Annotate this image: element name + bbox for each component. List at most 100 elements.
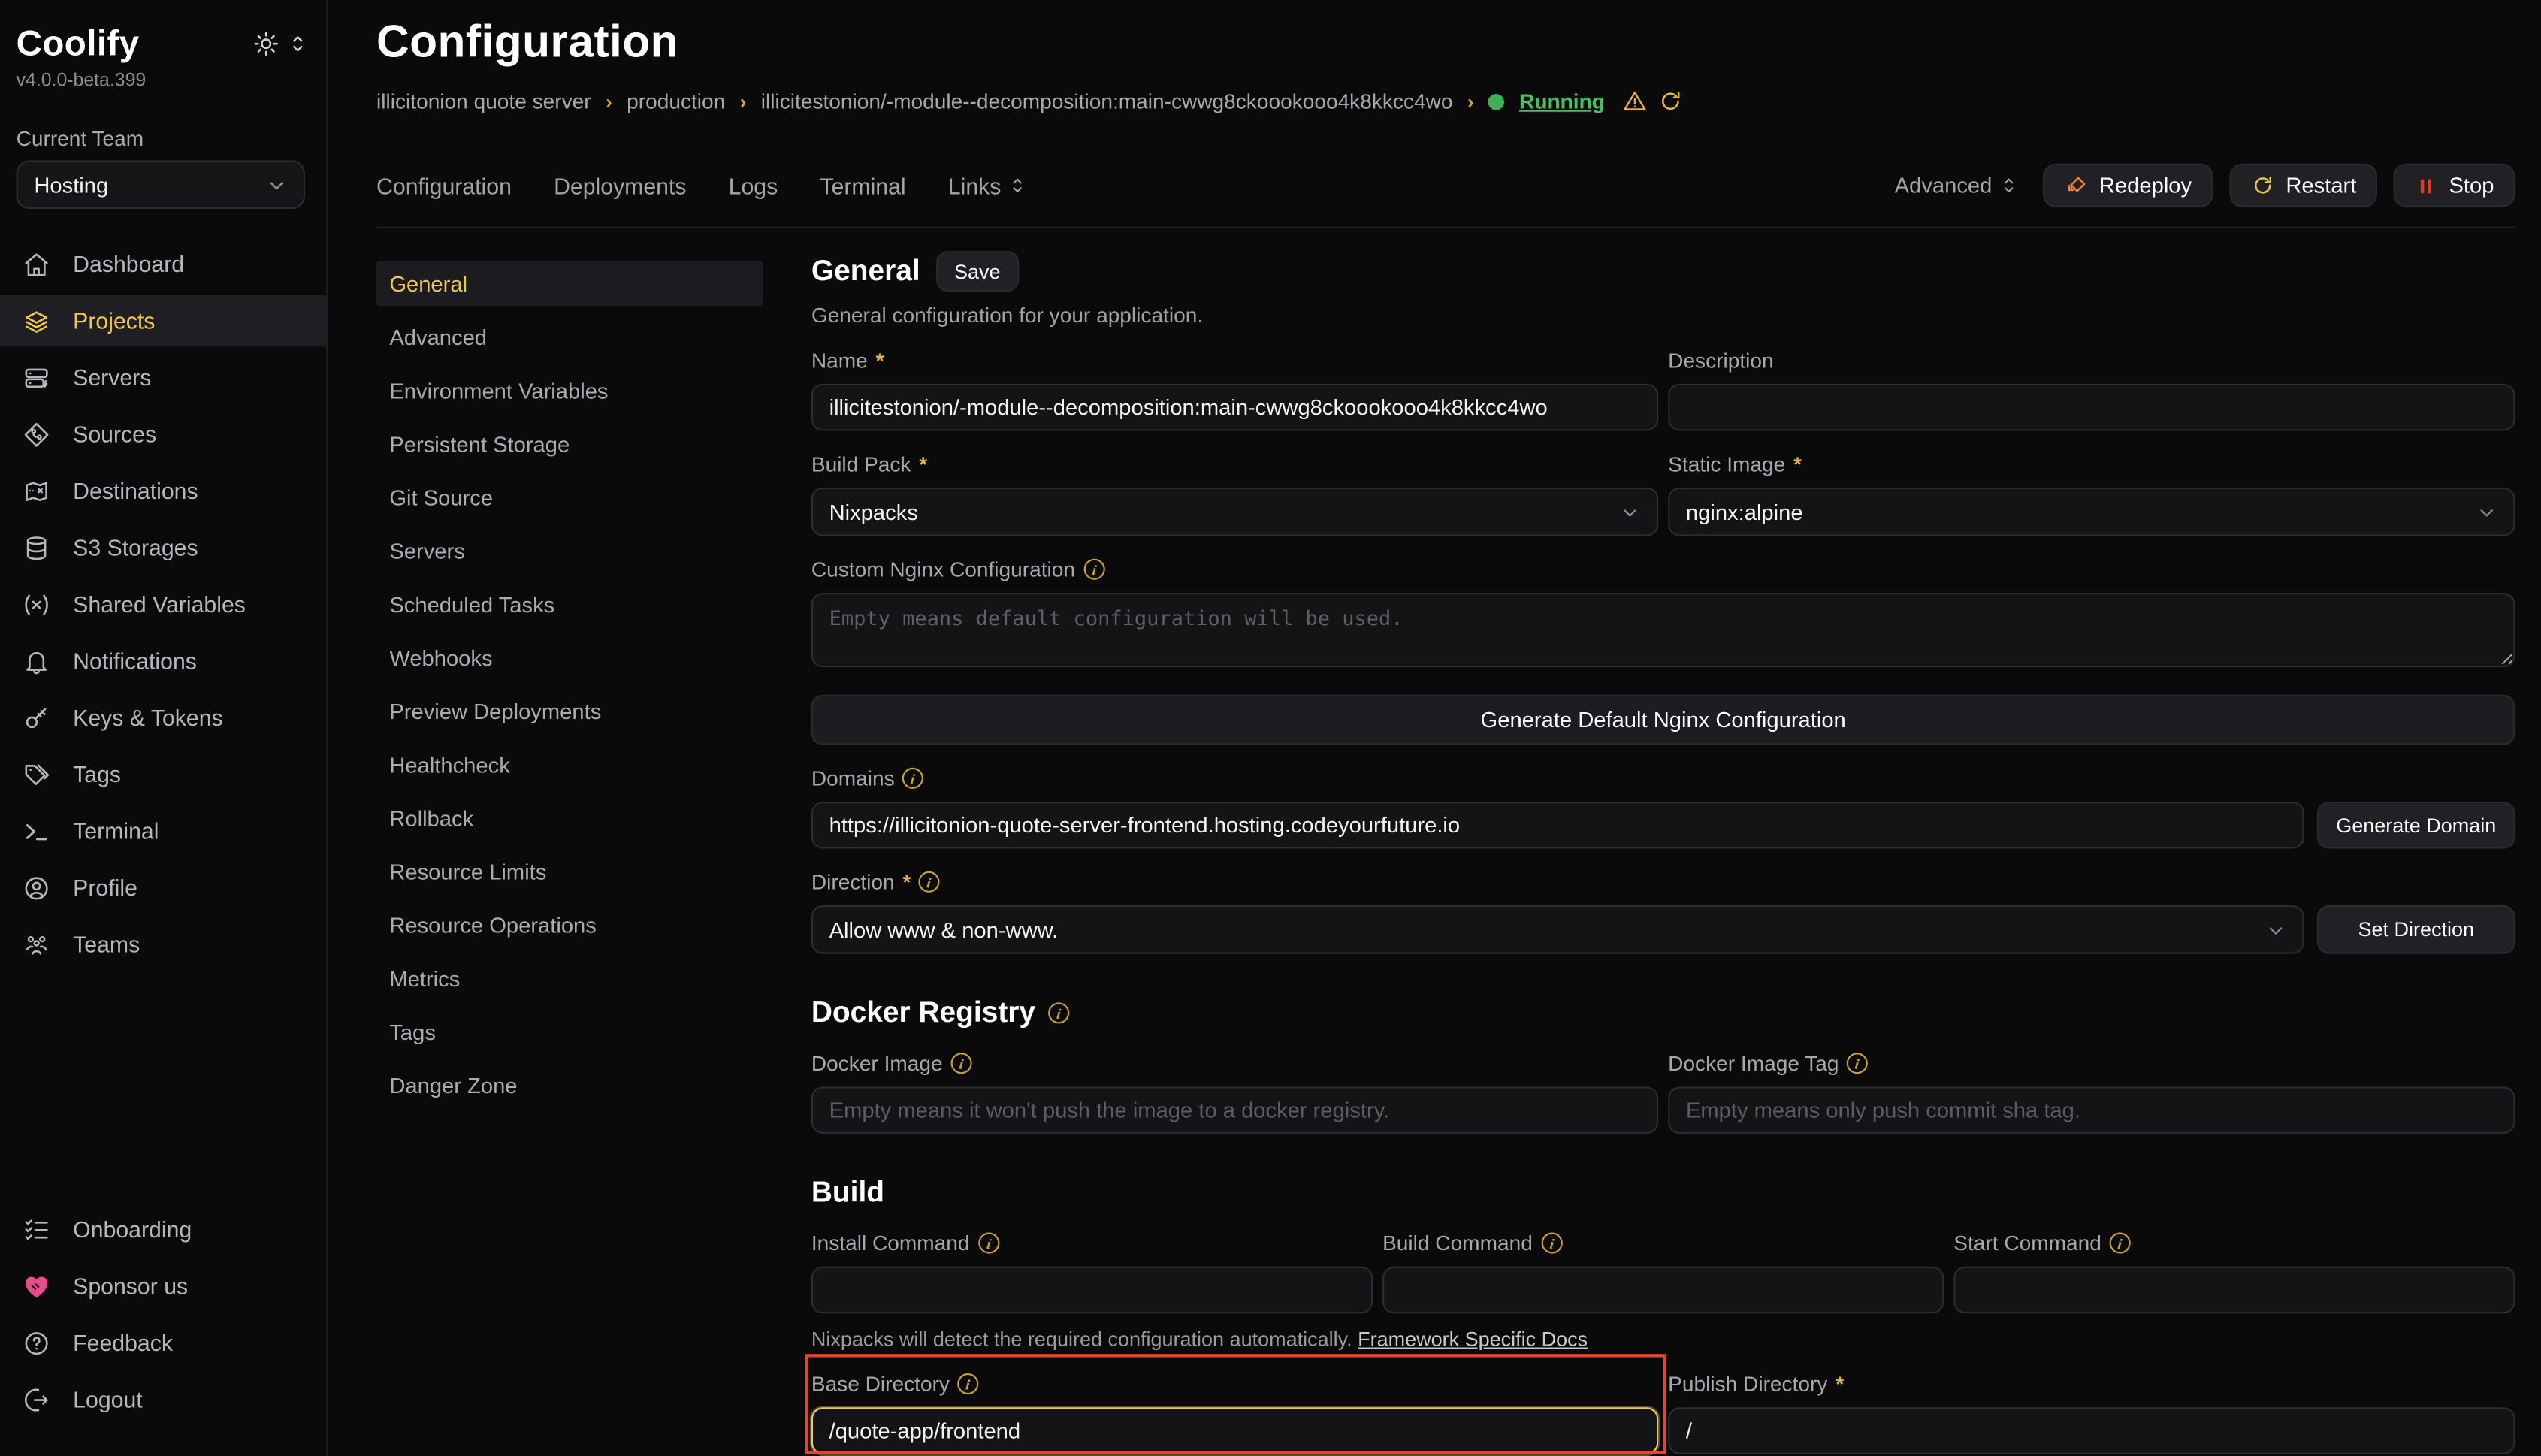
subnav-item-git-source[interactable]: Git Source bbox=[376, 475, 763, 520]
info-icon[interactable]: i bbox=[977, 1231, 1001, 1255]
restart-icon bbox=[2250, 174, 2274, 198]
sidebar-item-label: Destinations bbox=[73, 478, 198, 503]
sidebar-item-tags[interactable]: Tags bbox=[0, 748, 326, 800]
section-title: General bbox=[811, 254, 920, 288]
sidebar-item-destinations[interactable]: Destinations bbox=[0, 465, 326, 517]
sidebar-nav: Dashboard Projects Servers Sources Desti… bbox=[0, 238, 326, 975]
info-icon[interactable]: i bbox=[1845, 1051, 1869, 1075]
info-icon[interactable]: i bbox=[917, 870, 941, 894]
sidebar-item-onboarding[interactable]: Onboarding bbox=[0, 1204, 326, 1255]
subnav-item-scheduled-tasks[interactable]: Scheduled Tasks bbox=[376, 581, 763, 627]
sidebar-item-sources[interactable]: Sources bbox=[0, 408, 326, 460]
subnav-item-rollback[interactable]: Rollback bbox=[376, 795, 763, 840]
sidebar-item-label: Dashboard bbox=[73, 251, 184, 276]
redeploy-button[interactable]: Redeploy bbox=[2042, 164, 2213, 207]
nginx-config-textarea[interactable] bbox=[811, 593, 2515, 667]
tab-terminal[interactable]: Terminal bbox=[820, 173, 905, 198]
subnav-item-tags[interactable]: Tags bbox=[376, 1009, 763, 1054]
sidebar-item-profile[interactable]: Profile bbox=[0, 862, 326, 914]
tab-logs[interactable]: Logs bbox=[729, 173, 778, 198]
subnav-item-general[interactable]: General bbox=[376, 261, 763, 306]
section-subtitle: General configuration for your applicati… bbox=[811, 303, 2515, 327]
tab-deployments[interactable]: Deployments bbox=[554, 173, 686, 198]
logo-row: Coolify bbox=[0, 23, 326, 65]
build-pack-select[interactable]: Nixpacks bbox=[811, 488, 1658, 536]
framework-docs-link[interactable]: Framework Specific Docs bbox=[1358, 1328, 1588, 1351]
subnav-item-resource-limits[interactable]: Resource Limits bbox=[376, 849, 763, 894]
sidebar-item-dashboard[interactable]: Dashboard bbox=[0, 238, 326, 290]
publish-directory-input[interactable] bbox=[1668, 1407, 2515, 1454]
subnav-item-danger-zone[interactable]: Danger Zone bbox=[376, 1062, 763, 1107]
warning-icon[interactable] bbox=[1623, 89, 1647, 113]
static-image-value: nginx:alpine bbox=[1686, 500, 1803, 524]
status-dot bbox=[1488, 93, 1505, 110]
subnav-item-servers[interactable]: Servers bbox=[376, 528, 763, 573]
status-badge[interactable]: Running bbox=[1519, 89, 1605, 113]
build-command-input[interactable] bbox=[1382, 1267, 1944, 1314]
subnav-item-webhooks[interactable]: Webhooks bbox=[376, 635, 763, 680]
subnav-item-environment-variables[interactable]: Environment Variables bbox=[376, 367, 763, 412]
tab-configuration[interactable]: Configuration bbox=[376, 173, 512, 198]
sidebar-item-servers[interactable]: Servers bbox=[0, 352, 326, 403]
theme-sun-icon[interactable] bbox=[253, 31, 279, 56]
description-input[interactable] bbox=[1668, 384, 2515, 431]
tab-links[interactable]: Links bbox=[948, 173, 1026, 198]
checklist-icon bbox=[23, 1216, 50, 1243]
direction-select[interactable]: Allow www & non-www. bbox=[811, 905, 2304, 954]
name-input[interactable] bbox=[811, 384, 1658, 431]
sidebar-item-keys-tokens[interactable]: Keys & Tokens bbox=[0, 691, 326, 743]
sidebar-item-logout[interactable]: Logout bbox=[0, 1373, 326, 1425]
domains-input[interactable] bbox=[811, 802, 2304, 849]
terminal-icon bbox=[23, 817, 50, 845]
sidebar-item-projects[interactable]: Projects bbox=[0, 295, 326, 346]
sidebar-item-feedback[interactable]: Feedback bbox=[0, 1317, 326, 1369]
info-icon[interactable]: i bbox=[902, 766, 926, 790]
refresh-icon[interactable] bbox=[1658, 89, 1682, 113]
start-command-input[interactable] bbox=[1953, 1267, 2515, 1314]
subnav-item-advanced[interactable]: Advanced bbox=[376, 314, 763, 359]
user-icon bbox=[23, 874, 50, 902]
sidebar-item-teams[interactable]: Teams bbox=[0, 918, 326, 970]
subnav-item-preview-deployments[interactable]: Preview Deployments bbox=[376, 688, 763, 733]
docker-image-input[interactable] bbox=[811, 1086, 1658, 1134]
generate-domain-button[interactable]: Generate Domain bbox=[2317, 802, 2515, 849]
advanced-menu-trigger[interactable]: Advanced bbox=[1895, 174, 2017, 198]
team-select[interactable]: Hosting bbox=[17, 160, 305, 209]
help-icon bbox=[23, 1329, 50, 1357]
docker-image-tag-input[interactable] bbox=[1668, 1086, 2515, 1134]
subnav-item-metrics[interactable]: Metrics bbox=[376, 956, 763, 1001]
static-image-select[interactable]: nginx:alpine bbox=[1668, 488, 2515, 536]
theme-updown-icon[interactable] bbox=[289, 32, 307, 55]
subnav-item-resource-operations[interactable]: Resource Operations bbox=[376, 902, 763, 947]
subnav-item-persistent-storage[interactable]: Persistent Storage bbox=[376, 421, 763, 466]
install-command-input[interactable] bbox=[811, 1267, 1373, 1314]
required-asterisk: * bbox=[919, 452, 927, 476]
restart-button[interactable]: Restart bbox=[2229, 164, 2378, 207]
stop-button[interactable]: Stop bbox=[2394, 164, 2515, 207]
info-icon[interactable]: i bbox=[956, 1372, 980, 1396]
sidebar-item-label: Shared Variables bbox=[73, 591, 246, 617]
breadcrumb-environment[interactable]: production bbox=[627, 89, 725, 113]
sidebar-item-sponsor-us[interactable]: Sponsor us bbox=[0, 1260, 326, 1312]
generate-nginx-button[interactable]: Generate Default Nginx Configuration bbox=[811, 695, 2515, 745]
breadcrumb-project[interactable]: illicitonion quote server bbox=[376, 89, 591, 113]
info-icon[interactable]: i bbox=[1047, 1001, 1071, 1026]
subnav-item-healthcheck[interactable]: Healthcheck bbox=[376, 742, 763, 787]
app-logo: Coolify bbox=[17, 23, 140, 65]
sidebar-item-terminal[interactable]: Terminal bbox=[0, 805, 326, 856]
save-button[interactable]: Save bbox=[936, 251, 1018, 292]
base-directory-input[interactable] bbox=[811, 1407, 1658, 1454]
set-direction-button[interactable]: Set Direction bbox=[2317, 905, 2515, 954]
sidebar-item-shared-variables[interactable]: Shared Variables bbox=[0, 578, 326, 630]
pause-icon bbox=[2415, 174, 2437, 197]
info-icon[interactable]: i bbox=[1082, 557, 1106, 581]
info-icon[interactable]: i bbox=[2108, 1231, 2132, 1255]
install-command-label: Install Command bbox=[811, 1231, 970, 1255]
breadcrumb-application[interactable]: illicitestonion/-module--decomposition:m… bbox=[761, 89, 1453, 113]
sidebar-item-s3-storages[interactable]: S3 Storages bbox=[0, 521, 326, 573]
sidebar-item-notifications[interactable]: Notifications bbox=[0, 635, 326, 687]
tag-icon bbox=[23, 760, 50, 788]
domains-label: Domains bbox=[811, 766, 895, 790]
info-icon[interactable]: i bbox=[1539, 1231, 1564, 1255]
info-icon[interactable]: i bbox=[950, 1051, 974, 1075]
